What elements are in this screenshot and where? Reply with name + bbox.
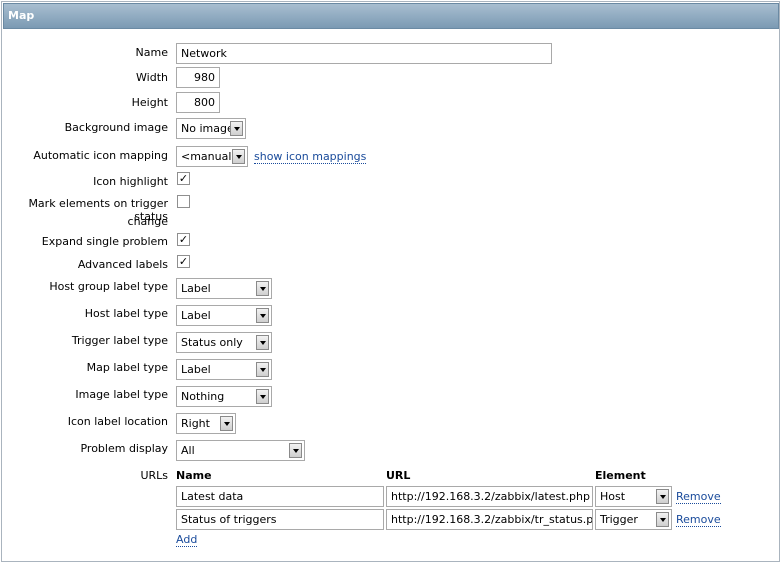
icon-label-location-value: Right <box>181 417 210 430</box>
icon-mapping-label: Automatic icon mapping <box>33 149 168 162</box>
mark-elements-label-line2: change <box>127 215 168 228</box>
urls-header-name: Name <box>176 469 212 482</box>
host-label-type-label: Host label type <box>84 307 168 320</box>
chevron-down-icon <box>220 416 233 431</box>
host-label-type-select[interactable]: Label <box>176 305 272 326</box>
advanced-labels-checkbox[interactable]: ✓ <box>177 255 190 268</box>
width-input[interactable]: 980 <box>176 67 220 88</box>
image-label-type-select[interactable]: Nothing <box>176 386 272 407</box>
urls-header-element: Element <box>595 469 646 482</box>
image-label-type-label: Image label type <box>75 388 168 401</box>
chevron-down-icon <box>256 362 269 377</box>
mark-elements-checkbox[interactable] <box>177 195 190 208</box>
map-label-type-value: Label <box>181 363 211 376</box>
chevron-down-icon <box>232 149 245 164</box>
checkmark-icon: ✓ <box>178 172 189 185</box>
url-row-name-input[interactable]: Latest data <box>176 486 384 507</box>
section-title: Map <box>8 9 35 22</box>
problem-display-select[interactable]: All <box>176 440 305 461</box>
chevron-down-icon <box>656 489 669 504</box>
urls-label: URLs <box>140 469 168 482</box>
expand-single-label: Expand single problem <box>41 235 168 248</box>
icon-highlight-checkbox[interactable]: ✓ <box>177 172 190 185</box>
url-row-element-select[interactable]: Host <box>595 486 672 507</box>
problem-display-value: All <box>181 444 195 457</box>
background-image-label: Background image <box>64 121 168 134</box>
urls-header-url: URL <box>386 469 411 482</box>
chevron-down-icon <box>256 308 269 323</box>
expand-single-checkbox[interactable]: ✓ <box>177 233 190 246</box>
icon-highlight-label: Icon highlight <box>93 175 168 188</box>
url-row-element-value: Host <box>600 490 626 503</box>
advanced-labels-label: Advanced labels <box>77 258 168 271</box>
section-header: Map <box>3 3 779 29</box>
background-image-select[interactable]: No image <box>176 118 246 139</box>
chevron-down-icon <box>256 335 269 350</box>
chevron-down-icon <box>230 121 243 136</box>
icon-label-location-label: Icon label location <box>67 415 168 428</box>
chevron-down-icon <box>289 443 302 458</box>
problem-display-label: Problem display <box>80 442 168 455</box>
chevron-down-icon <box>256 281 269 296</box>
background-image-value: No image <box>181 122 234 135</box>
height-label: Height <box>131 96 168 109</box>
width-label: Width <box>136 71 168 84</box>
host-group-label-type-label: Host group label type <box>49 280 168 293</box>
show-icon-mappings-link[interactable]: show icon mappings <box>254 150 367 164</box>
map-label-type-label: Map label type <box>86 361 168 374</box>
image-label-type-value: Nothing <box>181 390 225 403</box>
trigger-label-type-label: Trigger label type <box>71 334 168 347</box>
height-input[interactable]: 800 <box>176 92 220 113</box>
map-label-type-select[interactable]: Label <box>176 359 272 380</box>
add-url-link[interactable]: Add <box>176 533 198 547</box>
host-group-label-type-value: Label <box>181 282 211 295</box>
url-row-name-input[interactable]: Status of triggers <box>176 509 384 530</box>
icon-mapping-select[interactable]: <manual> <box>176 146 248 167</box>
url-row-url-input[interactable]: http://192.168.3.2/zabbix/tr_status.php <box>386 509 593 530</box>
url-row-remove-link[interactable]: Remove <box>676 513 721 527</box>
checkmark-icon: ✓ <box>178 255 189 268</box>
name-label: Name <box>135 46 168 59</box>
chevron-down-icon <box>256 389 269 404</box>
host-label-type-value: Label <box>181 309 211 322</box>
checkmark-icon: ✓ <box>178 233 189 246</box>
url-row-element-select[interactable]: Trigger <box>595 509 672 530</box>
name-input[interactable]: Network <box>176 43 552 64</box>
trigger-label-type-value: Status only <box>181 336 243 349</box>
url-row-element-value: Trigger <box>600 513 638 526</box>
icon-label-location-select[interactable]: Right <box>176 413 236 434</box>
host-group-label-type-select[interactable]: Label <box>176 278 272 299</box>
url-row-remove-link[interactable]: Remove <box>676 490 721 504</box>
url-row-url-input[interactable]: http://192.168.3.2/zabbix/latest.php <box>386 486 593 507</box>
chevron-down-icon <box>656 512 669 527</box>
trigger-label-type-select[interactable]: Status only <box>176 332 272 353</box>
